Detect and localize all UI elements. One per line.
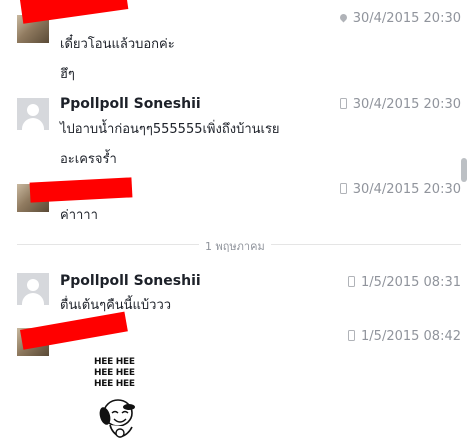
sender-name[interactable]: Ppollpoll Soneshii <box>60 96 201 112</box>
location-pin-icon <box>338 12 349 23</box>
snoopy-icon <box>99 399 135 438</box>
sticker-caption: HEE HEE <box>94 368 135 378</box>
message-text: เดี๋ยวโอนแล้วบอกค่ะ <box>60 37 175 52</box>
default-avatar-icon <box>27 104 39 116</box>
message-timestamp: 30/4/2015 20:30 <box>338 11 461 26</box>
sender-name[interactable]: Ppollpoll Soneshii <box>60 273 201 289</box>
message-text: ฮึๆ <box>60 67 75 82</box>
sticker-caption: HEE HEE <box>94 379 135 389</box>
mobile-phone-icon <box>339 183 347 194</box>
redaction-mark <box>20 0 129 24</box>
message-timestamp: 30/4/2015 20:30 <box>339 97 461 112</box>
message-text: ไปอาบน้ำก่อนๆๆ555555เพิ่งถึงบ้านเรย <box>60 122 280 137</box>
scrollbar-thumb[interactable] <box>461 158 467 182</box>
mobile-phone-icon <box>348 276 356 287</box>
message-text: ค่าาาา <box>60 208 98 223</box>
snoopy-sticker[interactable]: HEE HEE HEE HEE HEE HEE <box>94 357 154 445</box>
redaction-mark <box>29 177 133 203</box>
mobile-phone-icon <box>339 98 347 109</box>
message-text: อะเครจร้ำ <box>60 152 117 167</box>
avatar[interactable] <box>17 273 49 309</box>
avatar[interactable] <box>17 98 49 134</box>
default-avatar-icon <box>27 279 39 291</box>
message-text: ตื่นเต้นๆคืนนี้แบ้ววว <box>60 298 172 313</box>
mobile-phone-icon <box>348 330 356 341</box>
message-timestamp: 1/5/2015 08:31 <box>348 275 461 290</box>
message-timestamp: 30/4/2015 20:30 <box>339 182 461 197</box>
date-divider: 1 พฤษภาคม <box>199 237 271 255</box>
message-timestamp: 1/5/2015 08:42 <box>348 329 461 344</box>
redaction-mark <box>20 311 128 350</box>
sticker-caption: HEE HEE <box>94 357 135 367</box>
